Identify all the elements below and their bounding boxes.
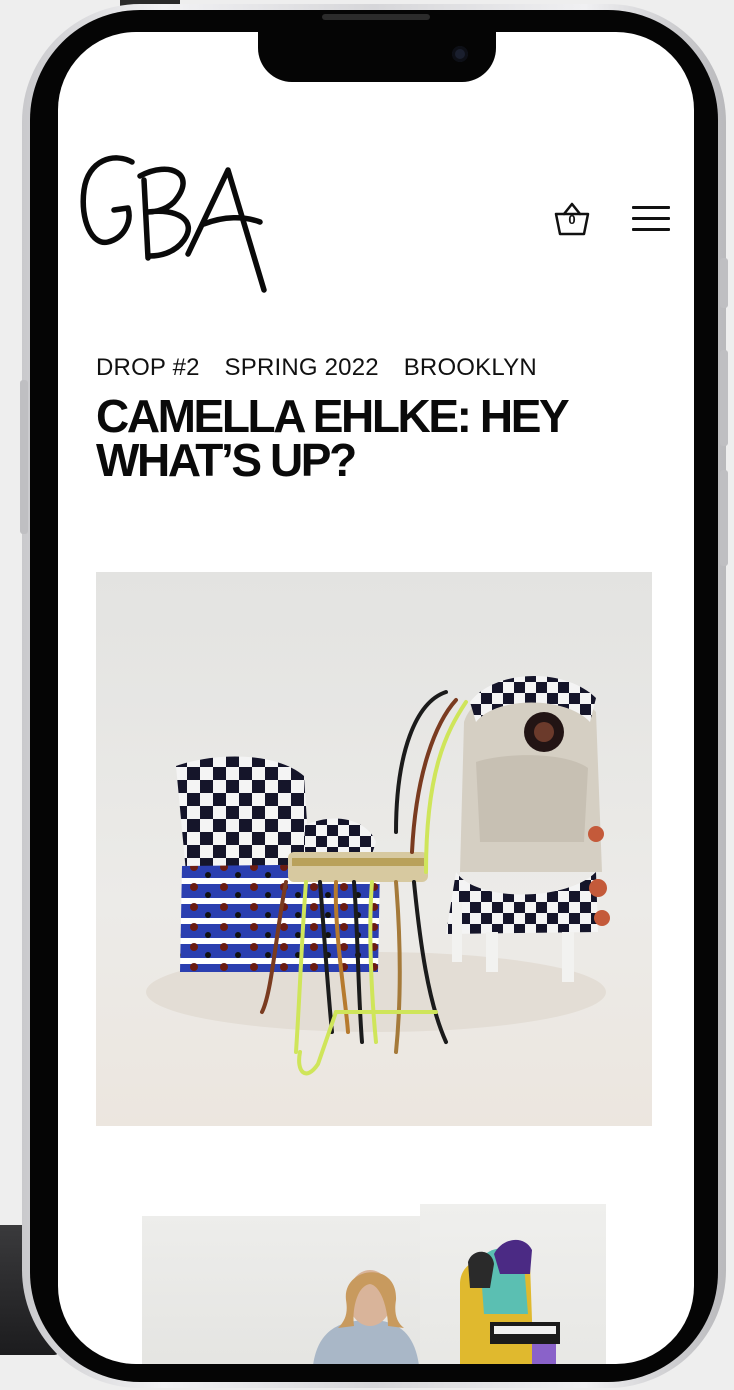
article-meta: DROP #2 SPRING 2022 BROOKLYN (96, 354, 555, 382)
page-title: CAMELLA EHLKE: HEY WHAT’S UP? (96, 390, 569, 486)
portrait-photo (313, 1270, 419, 1364)
artwork-thumbnail-image[interactable] (420, 1204, 606, 1364)
location-label: BROOKLYN (403, 354, 537, 381)
phone-notch (258, 32, 496, 82)
drop-label: DROP #2 (96, 354, 200, 381)
phone-screen: 0 DROP #2 SPRING 2022 BROOKLYN CAMELLA E… (58, 32, 694, 1364)
phone-speaker (322, 14, 430, 20)
cart-count: 0 (568, 212, 576, 227)
phone-side-button (720, 350, 728, 446)
cart-button[interactable]: 0 (552, 198, 592, 238)
season-label: SPRING 2022 (224, 354, 379, 381)
gba-logo[interactable] (78, 150, 270, 296)
hero-image[interactable] (96, 572, 652, 1126)
phone-side-button (720, 258, 728, 308)
artwork-photo (146, 675, 610, 1076)
front-camera (452, 46, 468, 62)
phone-side-button (720, 470, 728, 566)
menu-button[interactable] (632, 206, 670, 236)
hamburger-menu-icon (632, 206, 670, 209)
phone-side-button (20, 380, 28, 534)
artwork-photo-small (460, 1239, 560, 1364)
artist-portrait-image[interactable] (142, 1216, 420, 1364)
